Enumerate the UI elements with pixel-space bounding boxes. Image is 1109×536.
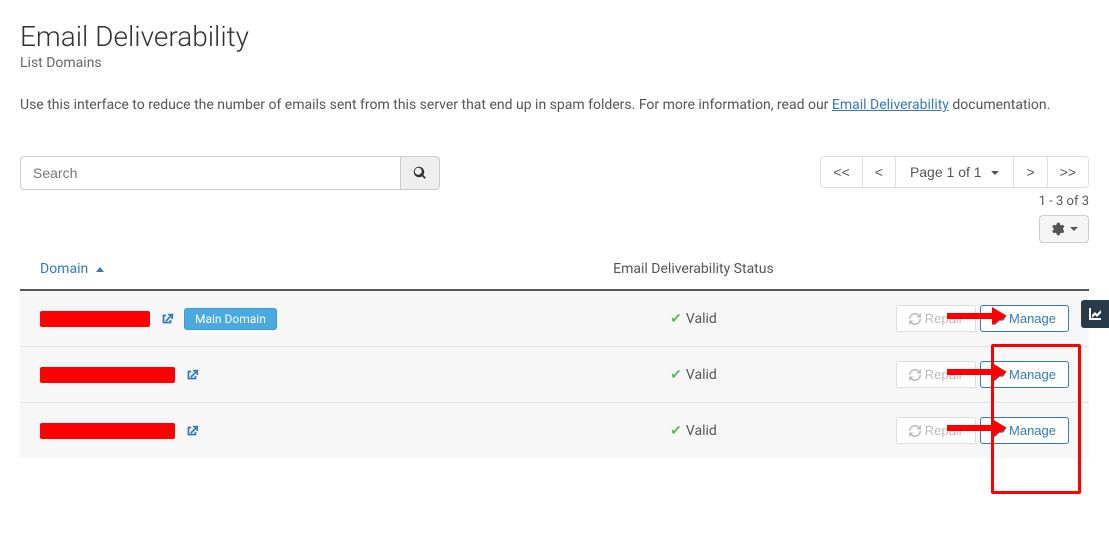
- check-icon: ✔: [670, 367, 682, 383]
- page-title: Email Deliverability: [20, 20, 1089, 53]
- table-settings-button[interactable]: [1039, 215, 1089, 243]
- external-link-icon[interactable]: [160, 312, 174, 326]
- check-icon: ✔: [670, 423, 682, 439]
- table-row: ✔Valid RepairManage: [20, 403, 1089, 459]
- search-group: [20, 156, 440, 190]
- wrench-icon: [993, 313, 1005, 325]
- chart-icon: [1087, 306, 1103, 322]
- search-input[interactable]: [20, 156, 400, 190]
- repair-button: Repair: [896, 417, 976, 444]
- gear-icon: [1050, 222, 1064, 236]
- page-last-button[interactable]: >>: [1048, 157, 1088, 187]
- caret-down-icon: [1070, 227, 1078, 231]
- refresh-icon: [909, 313, 921, 325]
- refresh-icon: [909, 425, 921, 437]
- status-valid: ✔Valid: [670, 367, 717, 383]
- repair-button: Repair: [896, 305, 976, 332]
- column-header-domain[interactable]: Domain: [20, 251, 533, 290]
- sort-asc-icon: [96, 267, 104, 272]
- page-next-button[interactable]: >: [1014, 157, 1047, 187]
- domain-name-redacted: [40, 367, 175, 383]
- page-label: Page 1 of 1: [910, 164, 982, 180]
- report-widget-button[interactable]: [1081, 300, 1109, 328]
- caret-down-icon: [991, 171, 999, 175]
- check-icon: ✔: [670, 311, 682, 327]
- column-header-status: Email Deliverability Status: [533, 251, 854, 290]
- main-domain-badge: Main Domain: [184, 308, 277, 330]
- page-prev-button[interactable]: <: [863, 157, 896, 187]
- email-deliverability-link[interactable]: Email Deliverability: [832, 97, 949, 113]
- table-row: ✔Valid RepairManage: [20, 347, 1089, 403]
- page-first-button[interactable]: <<: [821, 157, 862, 187]
- description-text-post: documentation.: [949, 97, 1050, 113]
- manage-button[interactable]: Manage: [980, 305, 1069, 332]
- refresh-icon: [909, 369, 921, 381]
- external-link-icon[interactable]: [185, 368, 199, 382]
- domain-name-redacted: [40, 311, 150, 327]
- description-text-pre: Use this interface to reduce the number …: [20, 97, 832, 113]
- domain-name-redacted: [40, 423, 175, 439]
- wrench-icon: [993, 369, 1005, 381]
- table-row: Main Domain ✔Valid RepairManage: [20, 290, 1089, 347]
- page-select-button[interactable]: Page 1 of 1: [896, 157, 1015, 187]
- pagination: << < Page 1 of 1 > >>: [820, 156, 1089, 188]
- page-description: Use this interface to reduce the number …: [20, 95, 1089, 116]
- search-icon: [413, 166, 427, 180]
- page-count: 1 - 3 of 3: [820, 194, 1089, 209]
- external-link-icon[interactable]: [185, 424, 199, 438]
- manage-button[interactable]: Manage: [980, 361, 1069, 388]
- wrench-icon: [993, 425, 1005, 437]
- column-header-domain-label: Domain: [40, 261, 88, 277]
- status-valid: ✔Valid: [670, 311, 717, 327]
- manage-button[interactable]: Manage: [980, 417, 1069, 444]
- domains-table: Domain Email Deliverability Status Main …: [20, 251, 1089, 458]
- status-valid: ✔Valid: [670, 423, 717, 439]
- repair-button: Repair: [896, 361, 976, 388]
- page-subtitle: List Domains: [20, 55, 1089, 71]
- search-button[interactable]: [400, 156, 440, 190]
